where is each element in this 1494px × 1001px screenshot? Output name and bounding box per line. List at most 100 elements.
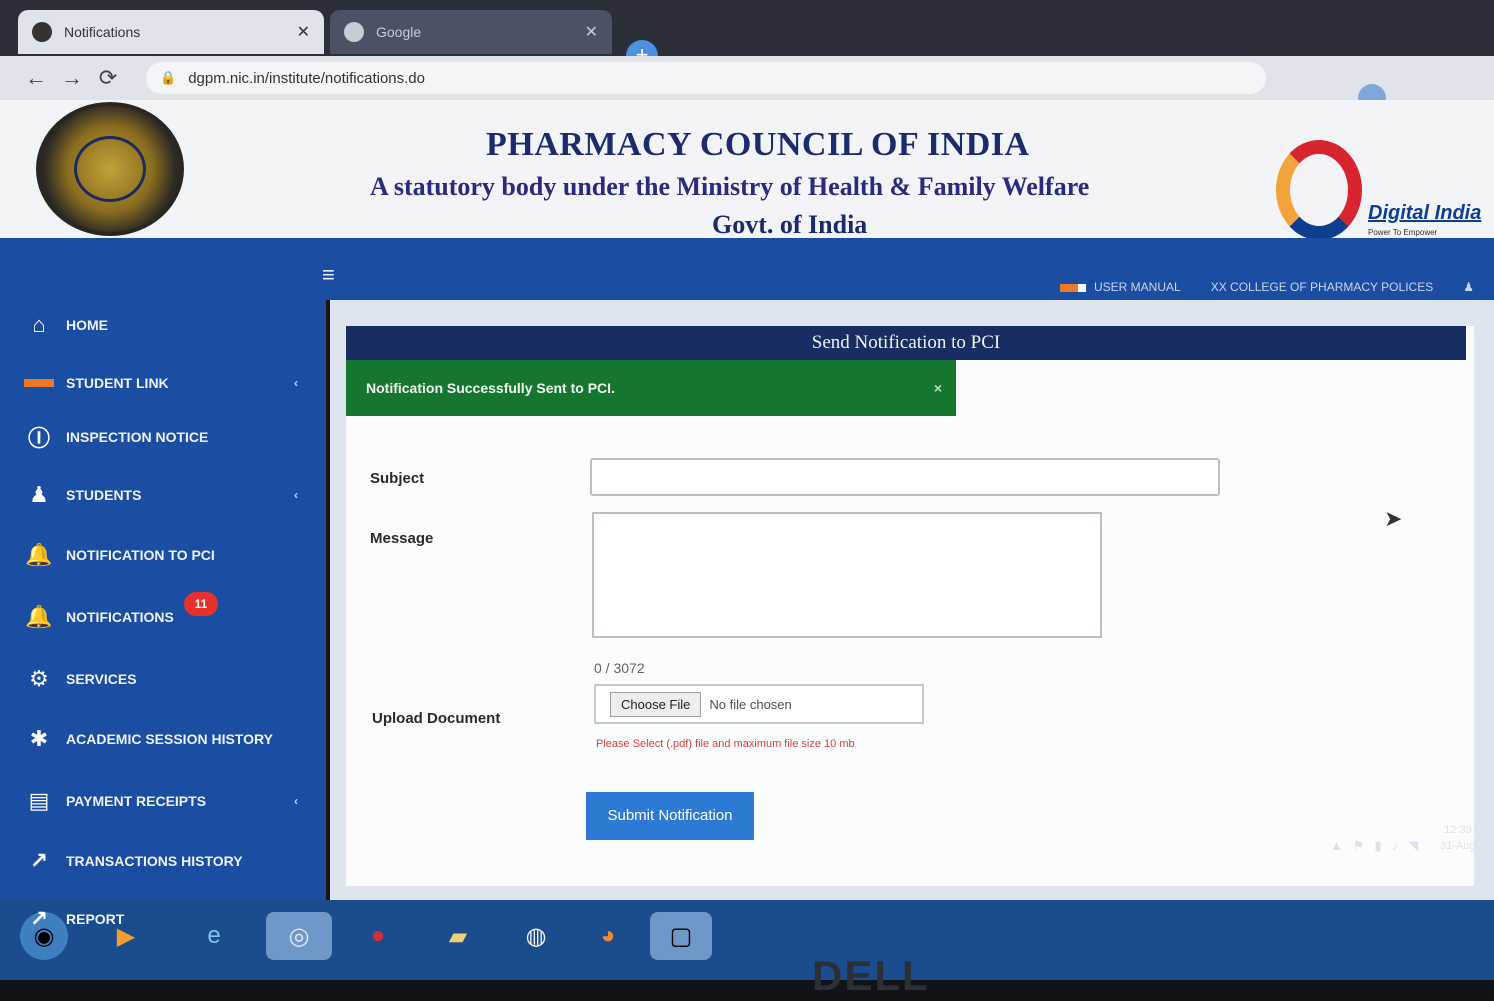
user-icon[interactable]: ♟ — [1463, 280, 1474, 294]
site-header: PHARMACY COUNCIL OF INDIA A statutory bo… — [0, 100, 1494, 240]
close-icon[interactable]: ✕ — [297, 22, 310, 42]
sidebar-item-label: HOME — [66, 317, 108, 333]
message-textarea[interactable] — [592, 512, 1102, 638]
lock-icon: 🔒 — [160, 70, 177, 85]
new-badge-icon — [1060, 283, 1086, 292]
digital-india-logo: Digital India Power To Empower — [1276, 140, 1481, 240]
taskbar-clock[interactable]: 12:39 PM 31-Aug-22 — [1440, 822, 1491, 854]
clock-time: 12:39 PM — [1444, 824, 1492, 836]
digital-india-text: Digital India — [1368, 202, 1482, 224]
sidebar-item-label: ACADEMIC SESSION HISTORY — [66, 731, 273, 747]
sidebar-item-report[interactable]: ↗ REPORT — [22, 904, 125, 934]
chevron-left-icon: ‹ — [294, 488, 298, 502]
user-manual-link[interactable]: USER MANUAL — [1060, 280, 1181, 294]
sidebar-item-label: TRANSACTIONS HISTORY — [66, 853, 243, 869]
pci-emblem-logo — [36, 102, 184, 236]
app-red-icon[interactable]: ● — [354, 912, 402, 960]
sidebar-item-label: SERVICES — [66, 671, 137, 687]
sidebar-item-notifications[interactable]: 🔔 NOTIFICATIONS — [22, 602, 174, 632]
sidebar-item-label: NOTIFICATIONS — [66, 609, 174, 625]
tray-arrow-icon[interactable]: ▲ — [1330, 838, 1343, 854]
chevron-left-icon: ‹ — [294, 376, 298, 390]
tab-notifications[interactable]: Notifications ✕ — [18, 10, 324, 54]
monitor-bezel — [0, 980, 1494, 1001]
tab-google[interactable]: Google ✕ — [330, 10, 612, 54]
back-icon[interactable]: ← — [18, 65, 54, 91]
chrome-icon[interactable]: ◎ — [266, 912, 332, 960]
favicon-icon — [32, 22, 52, 42]
subject-input[interactable] — [590, 458, 1220, 496]
home-icon: ⌂ — [32, 312, 46, 337]
card-title: Send Notification to PCI — [346, 326, 1466, 360]
topbar-links: USER MANUAL XX COLLEGE OF PHARMACY POLIC… — [1060, 280, 1474, 294]
firefox-icon[interactable]: ◕ — [584, 912, 632, 960]
choose-file-button[interactable]: Choose File — [610, 691, 702, 717]
chart-icon: ↗ — [29, 906, 49, 931]
alert-message: Notification Successfully Sent to PCI. — [366, 380, 615, 396]
sidebar-item-label: PAYMENT RECEIPTS — [66, 793, 207, 809]
student-icon: ♟ — [29, 482, 49, 507]
tab-title: Notifications — [64, 24, 141, 40]
sidebar-item-label: STUDENTS — [66, 487, 142, 503]
new-badge-icon — [22, 368, 56, 398]
volume-icon[interactable]: ♪ — [1392, 838, 1399, 854]
sidebar-item-label: INSPECTION NOTICE — [66, 429, 209, 445]
app-circle-icon[interactable]: ◍ — [512, 912, 560, 960]
file-input[interactable]: Choose File No file chosen — [594, 684, 924, 724]
sidebar-item-label: REPORT — [66, 911, 125, 927]
bell-icon: 🔔 — [25, 604, 53, 629]
bell-icon: 🔔 — [25, 542, 53, 567]
sidebar-item-inspection-notice[interactable]: ⓘ INSPECTION NOTICE — [22, 422, 208, 452]
network-icon[interactable]: ◥ — [1408, 838, 1418, 854]
notifications-count-badge: 11 — [184, 592, 218, 616]
sidebar-item-home[interactable]: ⌂ HOME — [22, 310, 108, 340]
sidebar-item-student-link[interactable]: STUDENT LINK ‹ — [22, 368, 298, 398]
system-tray: ▲ ⚑ ▮ ♪ ◥ — [1330, 838, 1418, 854]
sidebar-item-transactions-history[interactable]: ↗ TRANSACTIONS HISTORY — [22, 846, 243, 876]
internet-explorer-icon[interactable]: e — [190, 912, 238, 960]
message-label: Message — [370, 530, 434, 547]
mouse-cursor-icon: ➤ — [1384, 506, 1403, 531]
upload-hint: Please Select (.pdf) file and maximum fi… — [596, 738, 855, 750]
file-explorer-icon[interactable]: ▰ — [434, 912, 482, 960]
site-subtitle: A statutory body under the Ministry of H… — [370, 172, 1090, 201]
puzzle-icon: ✱ — [29, 726, 49, 751]
sidebar-item-notification-to-pci[interactable]: 🔔 NOTIFICATION TO PCI — [22, 540, 215, 570]
site-govt: Govt. of India — [712, 210, 868, 239]
college-name-link[interactable]: XX COLLEGE OF PHARMACY POLICES — [1211, 280, 1434, 294]
upload-label: Upload Document — [372, 710, 501, 727]
close-icon[interactable]: ✕ — [585, 22, 598, 42]
favicon-icon — [344, 22, 364, 42]
site-title: PHARMACY COUNCIL OF INDIA — [486, 126, 1030, 163]
character-counter: 0 / 3072 — [594, 660, 645, 676]
browser-toolbar: ← → ⟳ 🔒 dgpm.nic.in/institute/notificati… — [0, 56, 1494, 100]
sidebar-item-label: NOTIFICATION TO PCI — [66, 547, 215, 563]
file-status-text: No file chosen — [709, 696, 792, 712]
sidebar-item-services[interactable]: ⚙ SERVICES — [22, 664, 137, 694]
sidebar-item-academic-session-history[interactable]: ✱ ACADEMIC SESSION HISTORY — [22, 724, 273, 754]
clock-date: 31-Aug-22 — [1440, 840, 1492, 852]
sidebar-item-label: STUDENT LINK — [66, 375, 169, 391]
tray-flag-icon[interactable]: ⚑ — [1353, 838, 1365, 854]
hamburger-menu-icon[interactable]: ≡ — [322, 262, 335, 288]
monitor-brand-logo: DELL — [812, 952, 930, 999]
digital-india-tagline: Power To Empower — [1368, 228, 1438, 237]
url-text: dgpm.nic.in/institute/notifications.do — [188, 69, 425, 87]
sidebar-item-students[interactable]: ♟ STUDENTS ‹ — [22, 480, 298, 510]
forward-icon[interactable]: → — [54, 65, 90, 91]
success-alert: Notification Successfully Sent to PCI. × — [346, 360, 956, 416]
sidebar-item-payment-receipts[interactable]: ▤ PAYMENT RECEIPTS ‹ — [22, 786, 298, 816]
receipt-icon: ▤ — [28, 788, 50, 813]
address-bar[interactable]: 🔒 dgpm.nic.in/institute/notifications.do — [146, 62, 1266, 94]
info-icon: ⓘ — [27, 426, 50, 451]
chevron-left-icon: ‹ — [294, 794, 298, 808]
subject-label: Subject — [370, 470, 425, 487]
close-icon[interactable]: × — [934, 380, 942, 396]
battery-icon[interactable]: ▮ — [1375, 838, 1382, 854]
submit-notification-button[interactable]: Submit Notification — [586, 792, 754, 840]
tab-title: Google — [376, 24, 422, 40]
services-icon: ⚙ — [29, 666, 49, 691]
chart-icon: ↗ — [29, 848, 49, 873]
window-thumb-icon[interactable]: ▢ — [650, 912, 712, 960]
reload-icon[interactable]: ⟳ — [90, 65, 126, 91]
